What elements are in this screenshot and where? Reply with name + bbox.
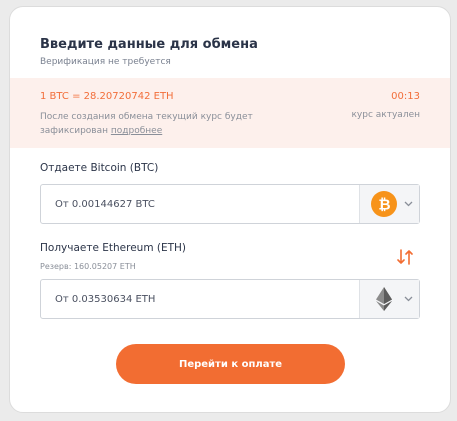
form-subtitle: Верификация не требуется [40,57,171,67]
rate-status: курс актуален [351,110,421,120]
receive-label: Получаете Ethereum (ETH) [40,242,187,254]
give-amount-input[interactable] [41,185,359,223]
receive-coin-select[interactable] [359,280,419,318]
chevron-down-icon [404,201,413,207]
give-amount-row: ₿ [40,184,420,224]
give-coin-select[interactable]: ₿ [359,185,419,223]
chevron-down-icon [404,296,413,302]
rate-details-link[interactable]: подробнее [111,126,162,136]
swap-arrows-icon[interactable] [395,247,415,267]
ethereum-icon [376,287,392,311]
exchange-card: Введите данные для обмена Верификация не… [9,6,451,413]
rate-note: После создания обмена текущий курс будет… [40,110,280,138]
rate-timer: 00:13 [391,91,420,102]
receive-amount-input[interactable] [41,280,359,318]
form-title: Введите данные для обмена [40,37,258,52]
go-to-payment-button[interactable]: Перейти к оплате [116,344,345,384]
svg-text:₿: ₿ [378,196,390,214]
rate-panel: 1 BTC = 28.20720742 ETH 00:13 После созд… [10,78,450,148]
bitcoin-icon: ₿ [371,191,397,217]
reserve-text: Резерв: 160.05207 ETH [40,262,136,271]
receive-amount-row [40,279,420,319]
give-label: Отдаете Bitcoin (BTC) [40,162,159,174]
exchange-rate: 1 BTC = 28.20720742 ETH [40,91,174,102]
